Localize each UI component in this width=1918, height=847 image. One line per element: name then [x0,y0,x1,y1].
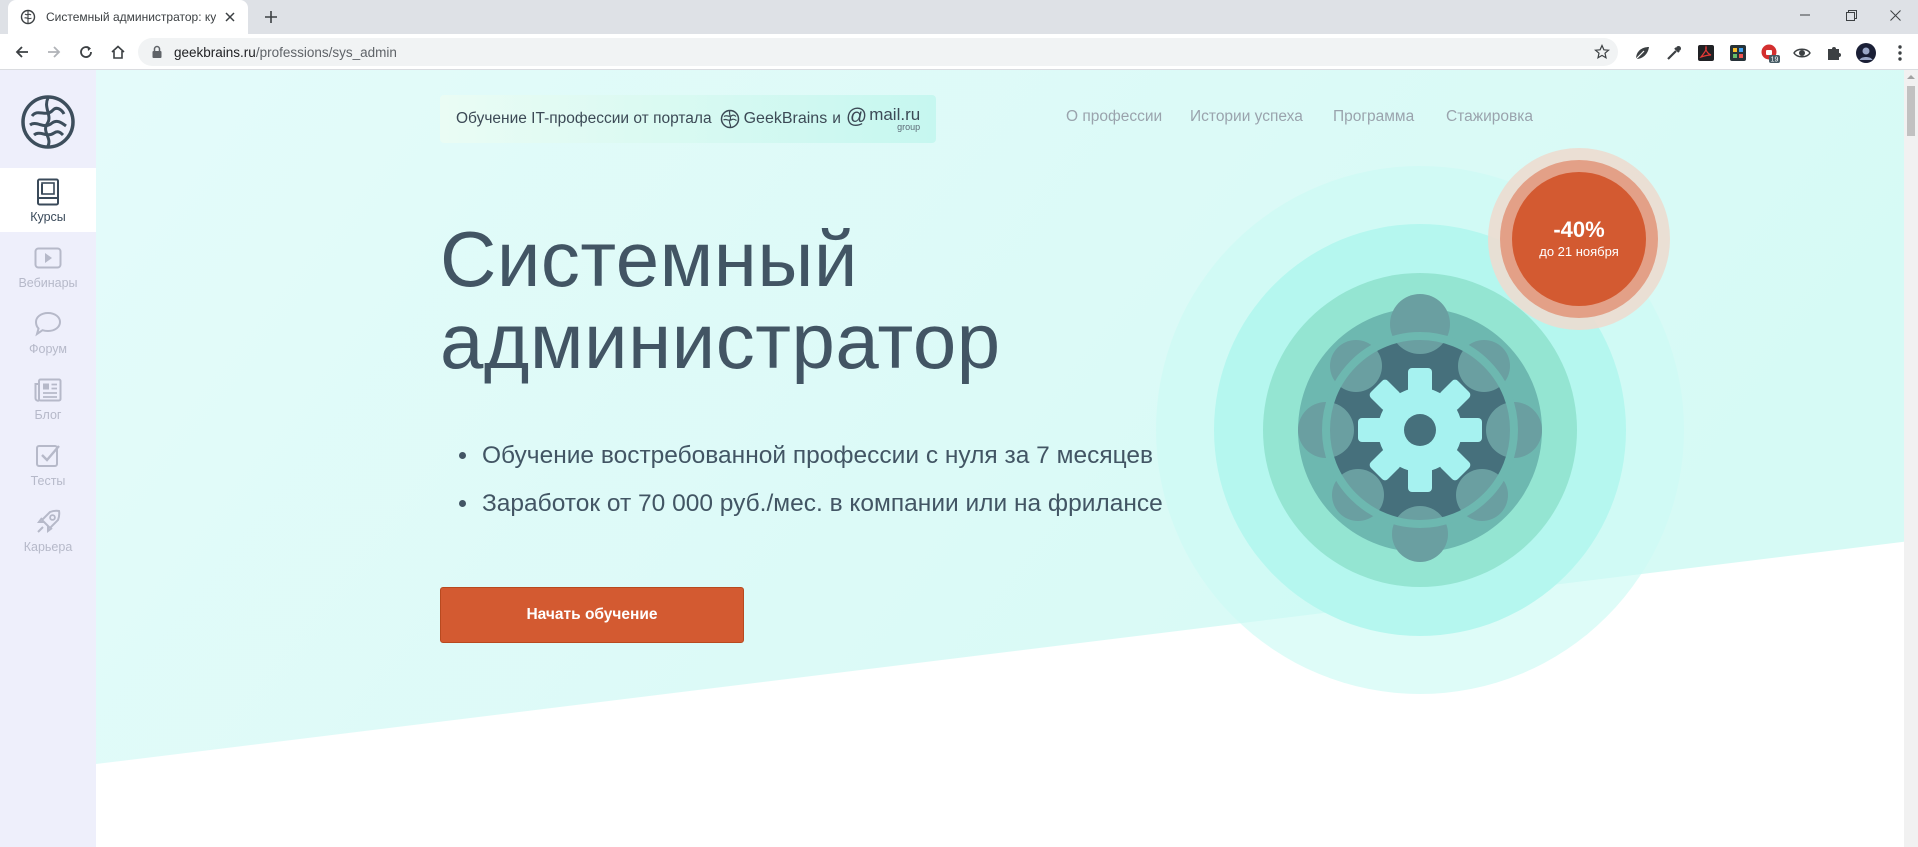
browser-menu-icon[interactable] [1890,43,1910,63]
bookmark-star-icon[interactable] [1594,44,1610,60]
page-scrollbar[interactable] [1904,70,1918,847]
discount-until: до 21 ноября [1539,244,1619,259]
hero-section: Обучение IT-профессии от портала GeekBra… [96,70,1918,847]
url-path: /professions/sys_admin [255,44,397,60]
speech-bubble-icon [33,309,63,339]
hero-bullet: Обучение востребованной профессии с нуля… [480,432,1163,480]
sidebar-item-label: Тесты [30,473,66,488]
checkbox-icon [33,441,63,471]
forward-button[interactable] [40,38,68,66]
minimize-window-button[interactable] [1782,0,1828,30]
page-title: Системный администратор [440,218,1001,382]
rocket-icon [33,507,63,537]
sidebar-item-forum[interactable]: Форум [0,300,96,364]
hero-bullet: Заработок от 70 000 руб./мес. в компании… [480,480,1163,528]
geekbrains-mini-logo-icon [720,109,739,129]
page-title-line-1: Системный [440,215,858,303]
mailru-group-text: group [897,122,921,132]
nav-link-internship[interactable]: Стажировка [1446,108,1533,126]
portal-badge: Обучение IT-профессии от портала GeekBra… [440,95,937,143]
portal-and: и [832,110,841,127]
extension-badge: 19 [1771,57,1779,64]
sidebar-item-career[interactable]: Карьера [0,498,96,562]
mailru-at-sign: @ [845,105,868,128]
discount-badge[interactable]: -40% до 21 ноября [1488,148,1670,330]
browser-tabstrip: Системный администратор: курс [0,0,1918,34]
sidebar-item-tests[interactable]: Тесты [0,432,96,496]
scrollbar-thumb[interactable] [1907,86,1915,136]
pdf-extension-icon[interactable] [1696,43,1716,63]
tab-close-icon[interactable] [222,9,238,25]
sidebar-item-webinars[interactable]: Вебинары [0,234,96,298]
page-title-line-2: администратор [440,297,1001,385]
back-button[interactable] [8,38,36,66]
profile-avatar-icon[interactable] [1856,43,1876,63]
eyedropper-extension-icon[interactable] [1664,43,1684,63]
sidebar-item-label: Вебинары [18,275,78,290]
discount-percent: -40% [1553,217,1605,242]
hero-bullet-list: Обучение востребованной профессии с нуля… [480,432,1163,528]
sidebar-item-label: Курсы [30,209,66,224]
sidebar-item-label: Форум [29,341,67,356]
address-bar[interactable]: geekbrains.ru/professions/sys_admin [138,38,1618,66]
sidebar: Курсы Вебинары Форум Блог Тесты Карьера [0,70,96,847]
leaf-extension-icon[interactable] [1632,43,1652,63]
adblock-extension-icon[interactable]: 19 [1760,43,1780,63]
new-tab-button[interactable] [260,6,282,28]
mailru-group-logo: @ mail.ru group [845,105,921,132]
close-window-button[interactable] [1872,0,1918,30]
sidebar-item-blog[interactable]: Блог [0,366,96,430]
reload-button[interactable] [72,38,100,66]
color-picker-extension-icon[interactable] [1728,43,1748,63]
home-button[interactable] [104,38,132,66]
start-learning-button[interactable]: Начать обучение [440,587,744,643]
sidebar-item-label: Карьера [23,539,73,554]
book-icon [33,177,63,207]
portal-text: Обучение IT-профессии от портала [456,110,712,127]
browser-tab[interactable]: Системный администратор: курс [8,0,248,34]
sidebar-item-courses[interactable]: Курсы [0,168,96,232]
scroll-up-arrow-icon[interactable] [1907,73,1915,81]
play-icon [33,243,63,273]
browser-toolbar: geekbrains.ru/professions/sys_admin 19 [0,34,1918,70]
mailru-wordmark: mail.ru [869,105,921,124]
geekbrains-logo-icon[interactable] [20,94,76,150]
page: Курсы Вебинары Форум Блог Тесты Карьера … [0,70,1918,847]
geekbrains-favicon-icon [20,9,36,25]
extensions-puzzle-icon[interactable] [1824,43,1844,63]
geekbrains-wordmark: GeekBrains [743,110,828,127]
lock-icon [152,45,162,58]
sidebar-item-label: Блог [34,407,62,422]
nav-link-about[interactable]: О профессии [1066,108,1162,126]
nav-link-program[interactable]: Программа [1333,108,1414,126]
restore-window-button[interactable] [1828,0,1874,30]
newspaper-icon [33,375,63,405]
tab-title: Системный администратор: курс [46,10,216,24]
url-host: geekbrains.ru [174,44,256,60]
url-text: geekbrains.ru/professions/sys_admin [174,45,397,60]
nav-link-success-stories[interactable]: Истории успеха [1190,108,1303,126]
eye-extension-icon[interactable] [1792,43,1812,63]
